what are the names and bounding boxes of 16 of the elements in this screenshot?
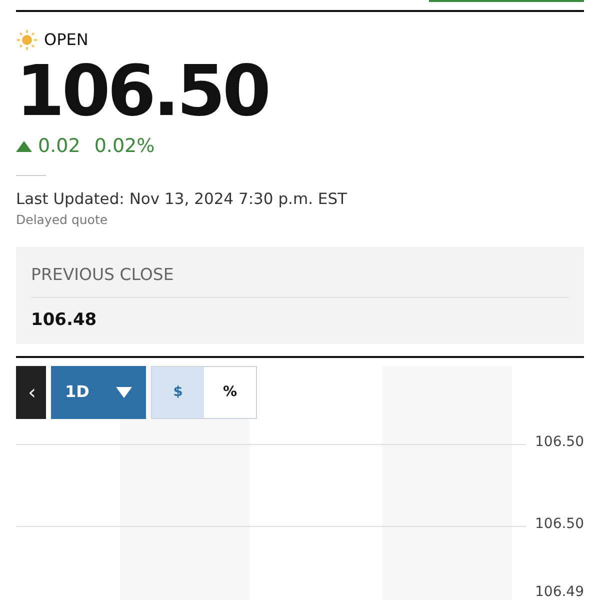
previous-close-label: PREVIOUS CLOSE [31,262,569,298]
previous-close-value: 106.48 [31,309,98,332]
last-updated: Last Updated: Nov 13, 2024 7:30 p.m. EST [16,188,348,210]
change-percent: 0.02% [94,134,155,159]
change-amount: 0.02 [38,134,80,159]
unit-toggle[interactable]: $ [152,366,204,418]
quote-note: Delayed quote [16,210,109,229]
back-button[interactable]: ‹ [16,366,46,419]
y-axis-label: 106.50 [535,432,584,452]
stock-price: 106.50 [16,56,270,126]
sun-icon [16,29,38,51]
y-axis-label: 106.49 [535,582,584,600]
caret-icon [116,386,132,398]
range-dropdown[interactable]: 1D [51,366,146,419]
market-status: OPEN [44,29,88,51]
y-axis-label: 106.50 [535,514,584,534]
